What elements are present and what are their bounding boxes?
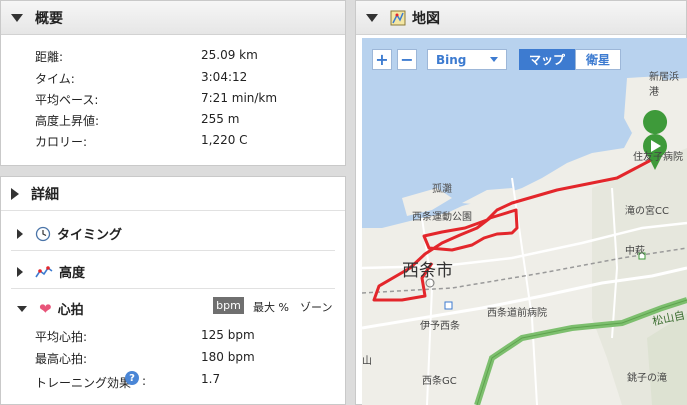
waterfall-label: 銚子の滝 [627,373,667,384]
altitude-row[interactable]: 高度 [17,262,85,281]
nakahagi-label: 中萩 [625,246,645,257]
pace-value: 7:21 min/km [201,91,278,105]
avg-hr-label: 平均心拍: [35,330,88,344]
provider-value: Bing [436,52,467,67]
elevation-label: 高度上昇値: [35,114,100,128]
map-canvas[interactable]: 西条市 西条運動公園 孤灘 西条道前病院 伊予西条 滝の宮CC 中萩 松山自 西… [362,38,687,405]
collapse-icon[interactable] [366,13,378,22]
park-label: 西条運動公園 [412,212,472,223]
summary-panel: 概要 距離: 25.09 km タイム: 3:04:12 平均ペース: 7:21… [0,0,346,166]
altitude-chart-icon [35,265,53,277]
tab-zone[interactable]: ゾーン [300,299,332,315]
heart-rate-row[interactable]: ❤ 心拍 [17,299,84,318]
map-provider-select[interactable]: Bing [427,49,507,70]
mountain-label: 山 [362,356,372,367]
calories-value: 1,220 C [201,133,248,147]
elevation-value: 255 m [201,112,240,126]
expand-icon[interactable] [11,187,19,200]
distance-label: 距離: [35,50,64,64]
distance-value: 25.09 km [201,48,258,62]
niihama-label: 新居浜港 [649,72,679,98]
summary-header[interactable]: 概要 [1,1,345,35]
saijogc-label: 西条GC [422,376,457,387]
map-title: 地図 [412,10,440,27]
tab-bpm[interactable]: bpm [213,297,244,314]
max-hr-value: 180 bpm [201,350,255,364]
details-title: 詳細 [31,186,59,203]
zoom-out-button[interactable]: − [397,49,417,70]
max-hr-label: 最高心拍: [35,352,88,366]
hospital2-label: 住友子病院 [633,152,683,163]
collapse-icon[interactable] [17,305,27,312]
timing-label: タイミング [57,228,123,243]
map-icon [390,10,406,25]
pace-label: 平均ペース: [35,93,99,107]
tab-max-percent[interactable]: 最大 % [253,299,289,315]
collapse-icon[interactable] [11,13,23,22]
details-panel: 詳細 タイミング 高度 ❤ 心拍 bpm 最大 % ゾーン 平均心拍: 125 … [0,176,346,405]
help-icon[interactable]: ? [125,371,139,385]
komatsu-label: 孤灘 [432,184,452,195]
timing-row[interactable]: タイミング [17,224,122,243]
summary-title: 概要 [35,10,63,27]
station-label: 伊予西条 [420,321,460,332]
training-effect-label: トレーニング効果 [35,376,132,390]
calories-label: カロリー: [35,135,88,149]
heart-icon: ❤ [39,299,52,318]
altitude-label: 高度 [59,266,86,281]
city-label: 西条市 [402,261,453,281]
training-effect-colon: : [142,374,147,388]
training-effect-value: 1.7 [201,372,221,386]
zoom-in-button[interactable]: + [372,49,392,70]
takino-label: 滝の宮CC [625,206,669,217]
expand-icon[interactable] [17,228,23,239]
chevron-down-icon [490,57,498,62]
hospital-label: 西条道前病院 [487,308,547,319]
map-header[interactable]: 地図 [356,1,686,35]
map-view-button[interactable]: マップ [519,49,575,70]
avg-hr-value: 125 bpm [201,328,255,342]
expand-icon[interactable] [17,266,23,277]
satellite-view-button[interactable]: 衛星 [575,49,621,70]
clock-icon [35,226,51,241]
map-drawing [362,38,687,405]
details-header[interactable]: 詳細 [1,177,345,211]
time-value: 3:04:12 [201,70,248,84]
map-panel: 地図 西条市 西条運動公園 孤灘 西条道前病院 伊予西条 滝の宮CC 中萩 松山… [355,0,687,405]
heart-rate-label: 心拍 [57,303,84,318]
time-label: タイム: [35,72,75,86]
